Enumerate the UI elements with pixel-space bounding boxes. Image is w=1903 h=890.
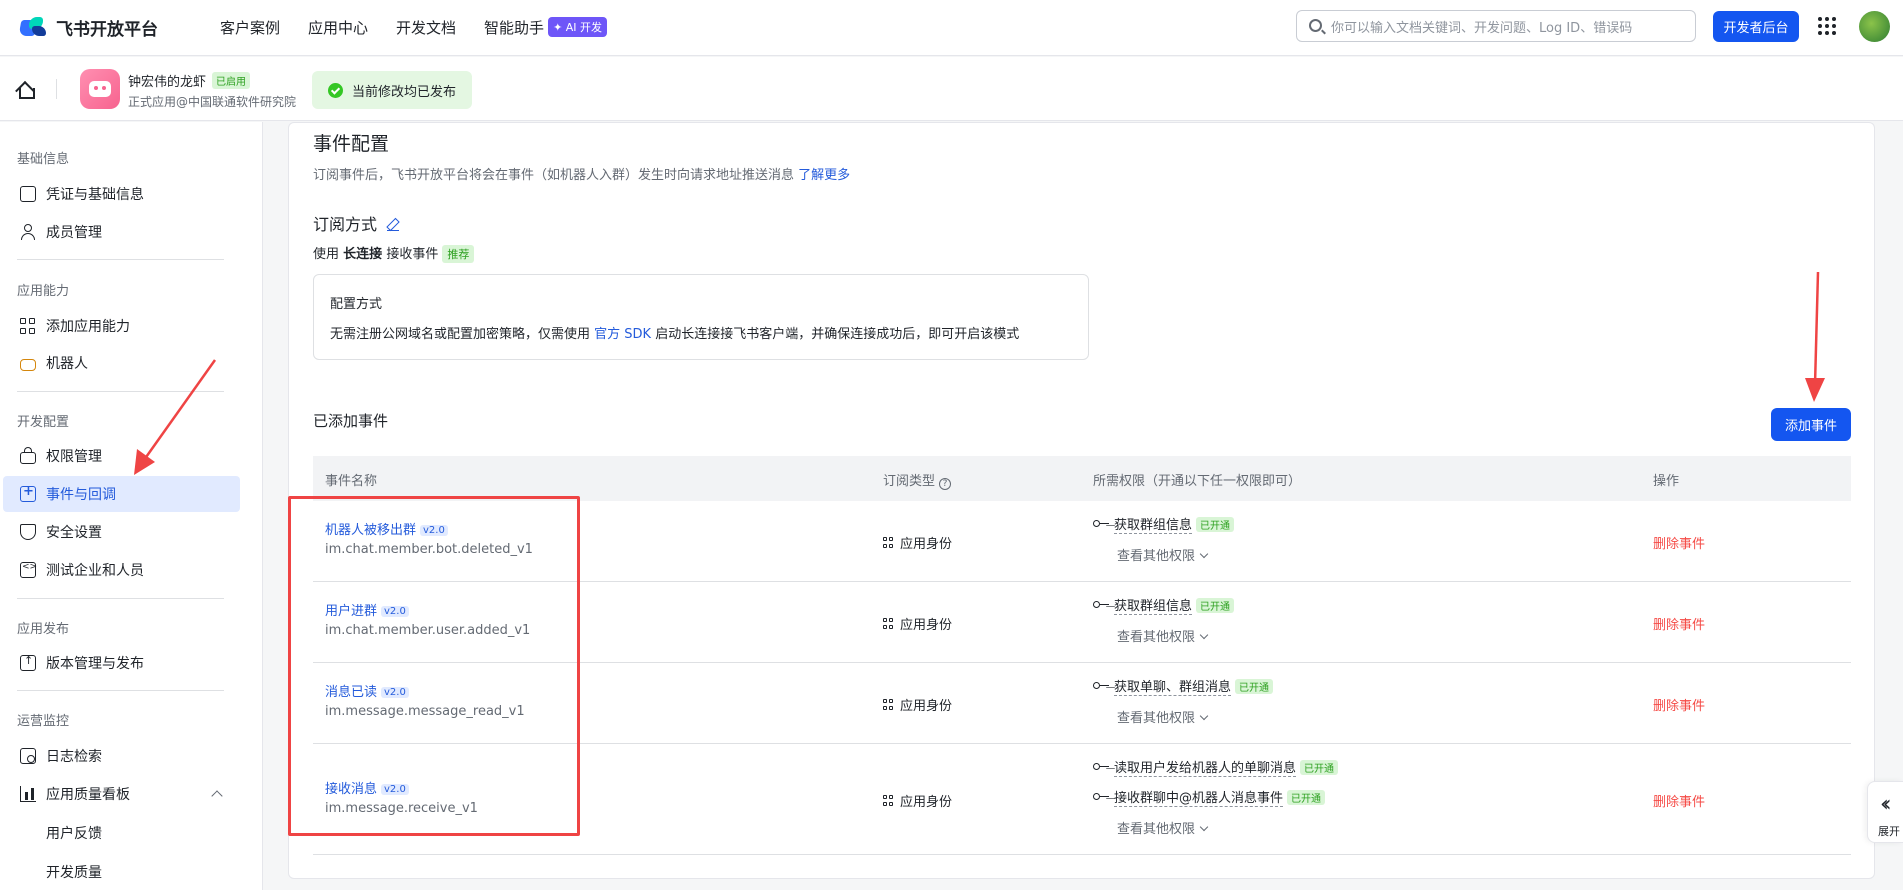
expand-label: 展开 — [1878, 825, 1900, 838]
double-chevron-left-icon: ‹‹ — [1880, 792, 1891, 817]
annotation-arrow-add-event — [1805, 271, 1825, 402]
annotation-arrows — [134, 271, 1825, 475]
annotation-arrow-sidebar — [134, 359, 217, 475]
expand-panel-button[interactable]: ‹‹ 展开 — [1867, 781, 1903, 843]
